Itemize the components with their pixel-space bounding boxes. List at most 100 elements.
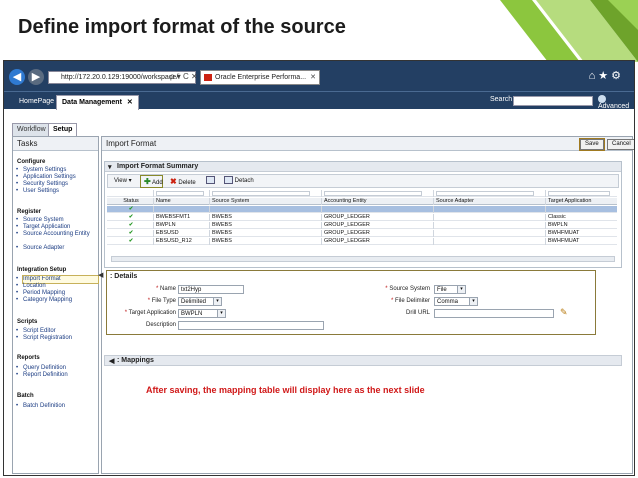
task-group-scripts: Scripts	[17, 319, 38, 325]
file-type-select[interactable]: Delimited ▾	[178, 297, 222, 306]
status-icon: ✔	[128, 222, 134, 228]
task-report-definition[interactable]: Report Definition	[16, 372, 98, 379]
advanced-search-link[interactable]: Advanced	[598, 95, 634, 110]
summary-title: Import Format Summary	[117, 163, 199, 170]
tab-data-management[interactable]: Data Management ✕	[56, 95, 139, 110]
col-source-adapter[interactable]: Source Adapter	[433, 198, 545, 205]
chevron-down-icon: ▾	[469, 298, 477, 305]
cell-entity: GROUP_LEDGER	[321, 230, 433, 237]
tab-setup[interactable]: Setup	[48, 123, 78, 136]
delete-icon: ✖	[170, 177, 177, 186]
file-delimiter-select[interactable]: Comma ▾	[434, 297, 478, 306]
browser-tab[interactable]: Oracle Enterprise Performa... ✕	[200, 70, 320, 85]
drill-url-label: Drill URL	[406, 310, 430, 316]
task-source-system[interactable]: Source System	[16, 217, 98, 224]
target-application-select[interactable]: BWPLN ▾	[178, 309, 226, 318]
task-source-adapter[interactable]: Source Adapter	[16, 245, 98, 252]
source-system-select[interactable]: File ▾	[434, 285, 466, 294]
col-status[interactable]: Status	[107, 198, 153, 205]
close-icon[interactable]: ✕	[127, 99, 133, 106]
cell-entity: GROUP_LEDGER	[321, 238, 433, 245]
chevron-down-icon: ▾	[217, 310, 225, 317]
task-category-mapping[interactable]: Category Mapping	[16, 297, 98, 304]
filter-row	[107, 190, 617, 197]
back-icon[interactable]: ◀	[9, 69, 25, 85]
table-row[interactable]: ✔ BWEBSFMT1 BWEBS GROUP_LEDGER Classic	[107, 214, 617, 221]
table-row[interactable]: ✔	[107, 206, 617, 213]
app-header: HomePage Data Management ✕ Search Advanc…	[4, 91, 634, 110]
annotation-note: After saving, the mapping table will dis…	[146, 385, 425, 395]
browser-tab-title: Oracle Enterprise Performa...	[215, 74, 307, 81]
forward-icon[interactable]: ▶	[28, 69, 44, 85]
name-field[interactable]: txt2Hyp	[178, 285, 244, 294]
task-application-settings[interactable]: Application Settings	[16, 174, 98, 181]
task-batch-definition[interactable]: Batch Definition	[16, 403, 98, 410]
cell-adapter	[433, 238, 545, 245]
edit-pencil-icon[interactable]: ✎	[560, 307, 568, 318]
task-query-definition[interactable]: Query Definition	[16, 365, 98, 372]
file-type-value: Delimited	[181, 299, 207, 305]
cell-name	[153, 206, 209, 213]
col-accounting-entity[interactable]: Accounting Entity	[321, 198, 433, 205]
tab-homepage[interactable]: HomePage	[14, 95, 59, 110]
page-title: Import Format	[102, 137, 632, 151]
task-group-reports: Reports	[17, 355, 40, 361]
task-source-accounting-entity[interactable]: Source Accounting Entity	[16, 231, 98, 238]
status-icon: ✔	[128, 214, 134, 220]
address-icons[interactable]: ρ ▾ C ✕	[170, 71, 198, 83]
details-collapse-icon[interactable]: ◀	[98, 271, 103, 279]
cell-target: Classic	[545, 214, 617, 221]
home-favorites-settings-icons[interactable]: ⌂★⚙	[589, 69, 624, 82]
description-field[interactable]	[178, 321, 324, 330]
drill-url-field[interactable]	[434, 309, 554, 318]
task-target-application[interactable]: Target Application	[16, 224, 98, 231]
cancel-button[interactable]: Cancel	[607, 139, 634, 150]
task-script-editor[interactable]: Script Editor	[16, 328, 98, 335]
save-button[interactable]: Save	[579, 138, 605, 151]
search-input[interactable]	[513, 96, 593, 106]
cell-entity: GROUP_LEDGER	[321, 222, 433, 229]
task-security-settings[interactable]: Security Settings	[16, 181, 98, 188]
browser-bar: ◀ ▶ http://172.20.0.129:19000/workspace/…	[4, 61, 634, 91]
cell-source	[209, 206, 321, 213]
mappings-section: ◀ : Mappings	[104, 355, 622, 366]
view-menu[interactable]: View ▾	[114, 176, 132, 187]
freeze-icon	[206, 176, 215, 185]
filter-status[interactable]	[107, 190, 153, 197]
task-user-settings[interactable]: User Settings	[16, 188, 98, 195]
delete-button[interactable]: ✖ Delete	[170, 176, 196, 187]
filter-target[interactable]	[545, 190, 617, 197]
detach-button[interactable]: Detach	[224, 176, 254, 187]
horizontal-scrollbar[interactable]	[111, 256, 615, 262]
col-source-system[interactable]: Source System	[209, 198, 321, 205]
status-icon: ✔	[128, 206, 134, 212]
filter-source[interactable]	[209, 190, 321, 197]
cell-adapter	[433, 206, 545, 213]
task-location[interactable]: Location	[16, 283, 98, 290]
cell-adapter	[433, 230, 545, 237]
filter-name[interactable]	[153, 190, 209, 197]
task-script-registration[interactable]: Script Registration	[16, 335, 98, 342]
mappings-collapse-icon[interactable]: ◀	[109, 357, 114, 365]
tasks-title: Tasks	[13, 137, 98, 151]
tab-workflow[interactable]: Workflow	[12, 123, 51, 136]
description-label: Description	[145, 322, 176, 328]
table-row[interactable]: ✔ EBSUSD_R12 BWEBS GROUP_LEDGER BWHFMUAT	[107, 238, 617, 245]
tab-label: Data Management	[62, 99, 122, 106]
task-period-mapping[interactable]: Period Mapping	[16, 290, 98, 297]
filter-adapter[interactable]	[433, 190, 545, 197]
task-import-format[interactable]: Import Format	[16, 275, 99, 284]
close-tab-icon[interactable]: ✕	[310, 71, 316, 84]
add-button[interactable]: ✚ Add	[144, 176, 163, 187]
table-row[interactable]: ✔ EBSUSD BWEBS GROUP_LEDGER BWHFMUAT	[107, 230, 617, 237]
col-name[interactable]: Name	[153, 198, 209, 205]
summary-table: Status Name Source System Accounting Ent…	[107, 190, 617, 262]
task-system-settings[interactable]: System Settings	[16, 167, 98, 174]
delete-label: Delete	[178, 180, 196, 186]
filter-entity[interactable]	[321, 190, 433, 197]
summary-collapse-icon[interactable]: ▾	[108, 163, 112, 171]
table-row[interactable]: ✔ BWPLN BWEBS GROUP_LEDGER BWPLN	[107, 222, 617, 229]
file-delimiter-label: * File Delimiter	[390, 298, 430, 304]
col-target-application[interactable]: Target Application	[545, 198, 617, 205]
freeze-button[interactable]	[206, 176, 215, 187]
